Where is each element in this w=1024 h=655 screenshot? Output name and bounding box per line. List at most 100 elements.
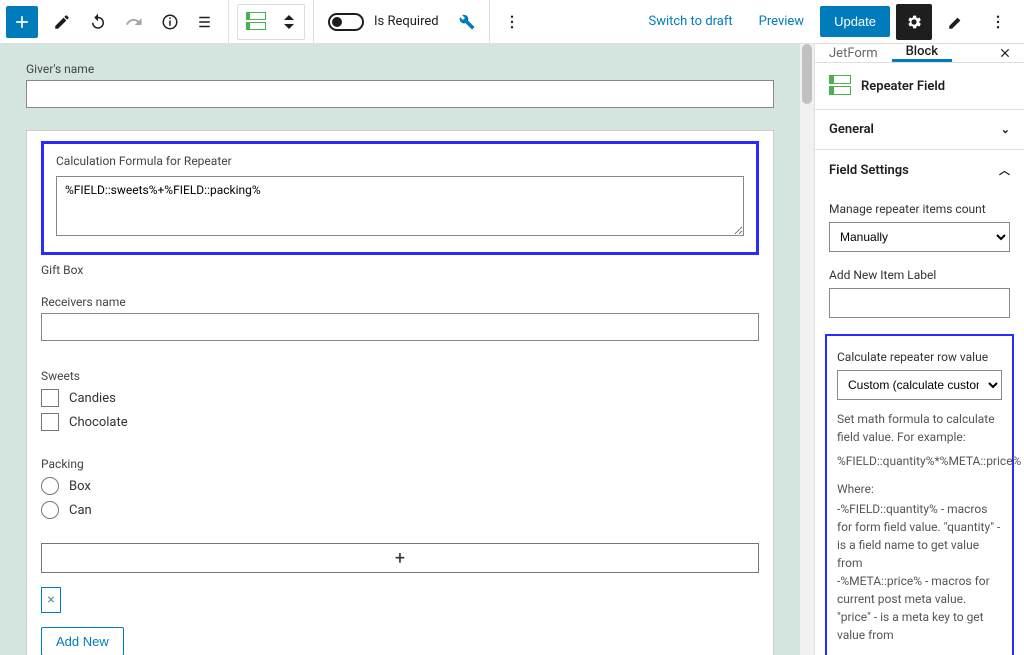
giftbox-label: Gift Box — [41, 263, 759, 277]
repeater-icon — [829, 75, 851, 97]
tab-block[interactable]: Block — [892, 44, 952, 62]
redo-button[interactable] — [116, 4, 152, 40]
section-field-settings: Field Settings ︿ Manage repeater items c… — [815, 150, 1024, 655]
plus-symbol: + — [395, 548, 405, 569]
add-item-label: Add New Item Label — [829, 268, 1010, 282]
help-intro: Set math formula to calculate field valu… — [837, 410, 1002, 446]
sidebar-block-header: Repeater Field — [815, 63, 1024, 110]
option-label: Candies — [69, 391, 116, 406]
calc-label: Calculation Formula for Repeater — [56, 154, 744, 168]
checkbox-icon — [41, 413, 59, 431]
tab-jetform[interactable]: JetForm — [815, 44, 892, 62]
close-sidebar-button[interactable] — [986, 44, 1024, 62]
is-required-label: Is Required — [374, 14, 439, 29]
add-row-bar[interactable]: + — [41, 543, 759, 573]
topbar: Is Required Switch to draft Preview Upda… — [0, 0, 1024, 44]
calc-row-select[interactable]: Custom (calculate custom value for each … — [837, 370, 1002, 400]
wrench-button[interactable] — [449, 4, 485, 40]
option-label: Can — [69, 503, 92, 518]
outline-button[interactable] — [188, 4, 224, 40]
sidebar: JetForm Block Repeater Field General ⌄ F… — [814, 44, 1024, 655]
block-toolbar — [237, 4, 305, 40]
section-label: General — [829, 122, 874, 137]
scrollbar-thumb[interactable] — [802, 44, 812, 104]
undo-button[interactable] — [80, 4, 116, 40]
section-general: General ⌄ — [815, 110, 1024, 150]
list-icon — [197, 13, 215, 31]
help-field: -%FIELD::quantity% - macros for form fie… — [837, 500, 1002, 572]
close-icon: × — [47, 592, 54, 608]
packing-option-box[interactable]: Box — [41, 477, 759, 495]
separator — [313, 0, 314, 44]
jetform-top-button[interactable] — [938, 4, 974, 40]
giver-input[interactable] — [26, 80, 774, 108]
section-label: Field Settings — [829, 163, 909, 178]
block-type-button[interactable] — [238, 5, 274, 39]
preview-link[interactable]: Preview — [749, 8, 814, 35]
info-button[interactable] — [152, 4, 188, 40]
repeater-icon — [246, 12, 266, 32]
checkbox-icon — [41, 389, 59, 407]
canvas: Giver's name Calculation Formula for Rep… — [0, 44, 814, 655]
option-label: Box — [69, 479, 91, 494]
sweets-option-chocolate[interactable]: Chocolate — [41, 413, 759, 431]
section-field-settings-head[interactable]: Field Settings ︿ — [815, 150, 1024, 190]
topbar-right: Switch to draft Preview Update — [638, 4, 1024, 40]
pencil-icon — [53, 13, 71, 31]
more-button[interactable] — [494, 4, 530, 40]
update-button[interactable]: Update — [820, 6, 890, 37]
add-new-button[interactable]: Add New — [41, 627, 124, 655]
block-title: Repeater Field — [861, 79, 945, 94]
section-general-head[interactable]: General ⌄ — [815, 110, 1024, 149]
packing-field: Packing Box Can — [41, 457, 759, 519]
remove-row-button[interactable]: × — [41, 587, 61, 613]
switch-draft-link[interactable]: Switch to draft — [638, 8, 742, 35]
help-meta: -%META::price% - macros for current post… — [837, 572, 1002, 644]
sweets-option-candies[interactable]: Candies — [41, 389, 759, 407]
repeater-block[interactable]: Calculation Formula for Repeater %FIELD:… — [26, 130, 774, 655]
top-more-button[interactable] — [980, 4, 1016, 40]
dots-vertical-icon — [503, 13, 521, 31]
giver-field: Giver's name — [26, 62, 788, 108]
help-formula: %FIELD::quantity%*%META::price% — [837, 452, 1002, 470]
packing-option-can[interactable]: Can — [41, 501, 759, 519]
wrench-icon — [459, 14, 475, 30]
add-block-button[interactable] — [6, 6, 38, 38]
add-item-input[interactable] — [829, 288, 1010, 318]
sidebar-tabs: JetForm Block — [815, 44, 1024, 63]
calc-row-highlight: Calculate repeater row value Custom (cal… — [825, 334, 1014, 655]
sweets-label: Sweets — [41, 369, 759, 383]
is-required-toggle-wrap: Is Required — [318, 13, 449, 31]
giver-label: Giver's name — [26, 62, 774, 76]
sweets-field: Sweets Candies Chocolate — [41, 369, 759, 431]
manage-count-select[interactable]: Manually — [829, 222, 1010, 252]
info-icon — [161, 13, 179, 31]
move-updown[interactable] — [274, 12, 304, 32]
is-required-toggle[interactable] — [328, 13, 364, 31]
undo-icon — [89, 13, 107, 31]
receivers-input[interactable] — [41, 313, 759, 341]
redo-icon — [125, 13, 143, 31]
manage-count-label: Manage repeater items count — [829, 202, 1010, 216]
chevron-up-icon — [283, 12, 295, 22]
topbar-left: Is Required — [0, 0, 530, 43]
help-where: Where: — [837, 480, 1002, 498]
plus-icon — [12, 12, 32, 32]
packing-label: Packing — [41, 457, 759, 471]
settings-toggle[interactable] — [896, 4, 932, 40]
edit-button[interactable] — [44, 4, 80, 40]
separator — [489, 0, 490, 44]
calc-textarea[interactable]: %FIELD::sweets%+%FIELD::packing% — [56, 176, 744, 236]
scrollbar[interactable] — [800, 44, 814, 655]
receivers-field: Receivers name — [41, 295, 759, 341]
main: Giver's name Calculation Formula for Rep… — [0, 44, 1024, 655]
calc-row-label: Calculate repeater row value — [837, 350, 1002, 364]
receivers-label: Receivers name — [41, 295, 759, 309]
chevron-down-icon: ⌄ — [1001, 123, 1010, 136]
chevron-down-icon — [283, 22, 295, 32]
gear-icon — [905, 13, 923, 31]
separator — [228, 0, 229, 44]
calculation-box: Calculation Formula for Repeater %FIELD:… — [41, 141, 759, 255]
option-label: Chocolate — [69, 415, 128, 430]
radio-icon — [41, 477, 59, 495]
